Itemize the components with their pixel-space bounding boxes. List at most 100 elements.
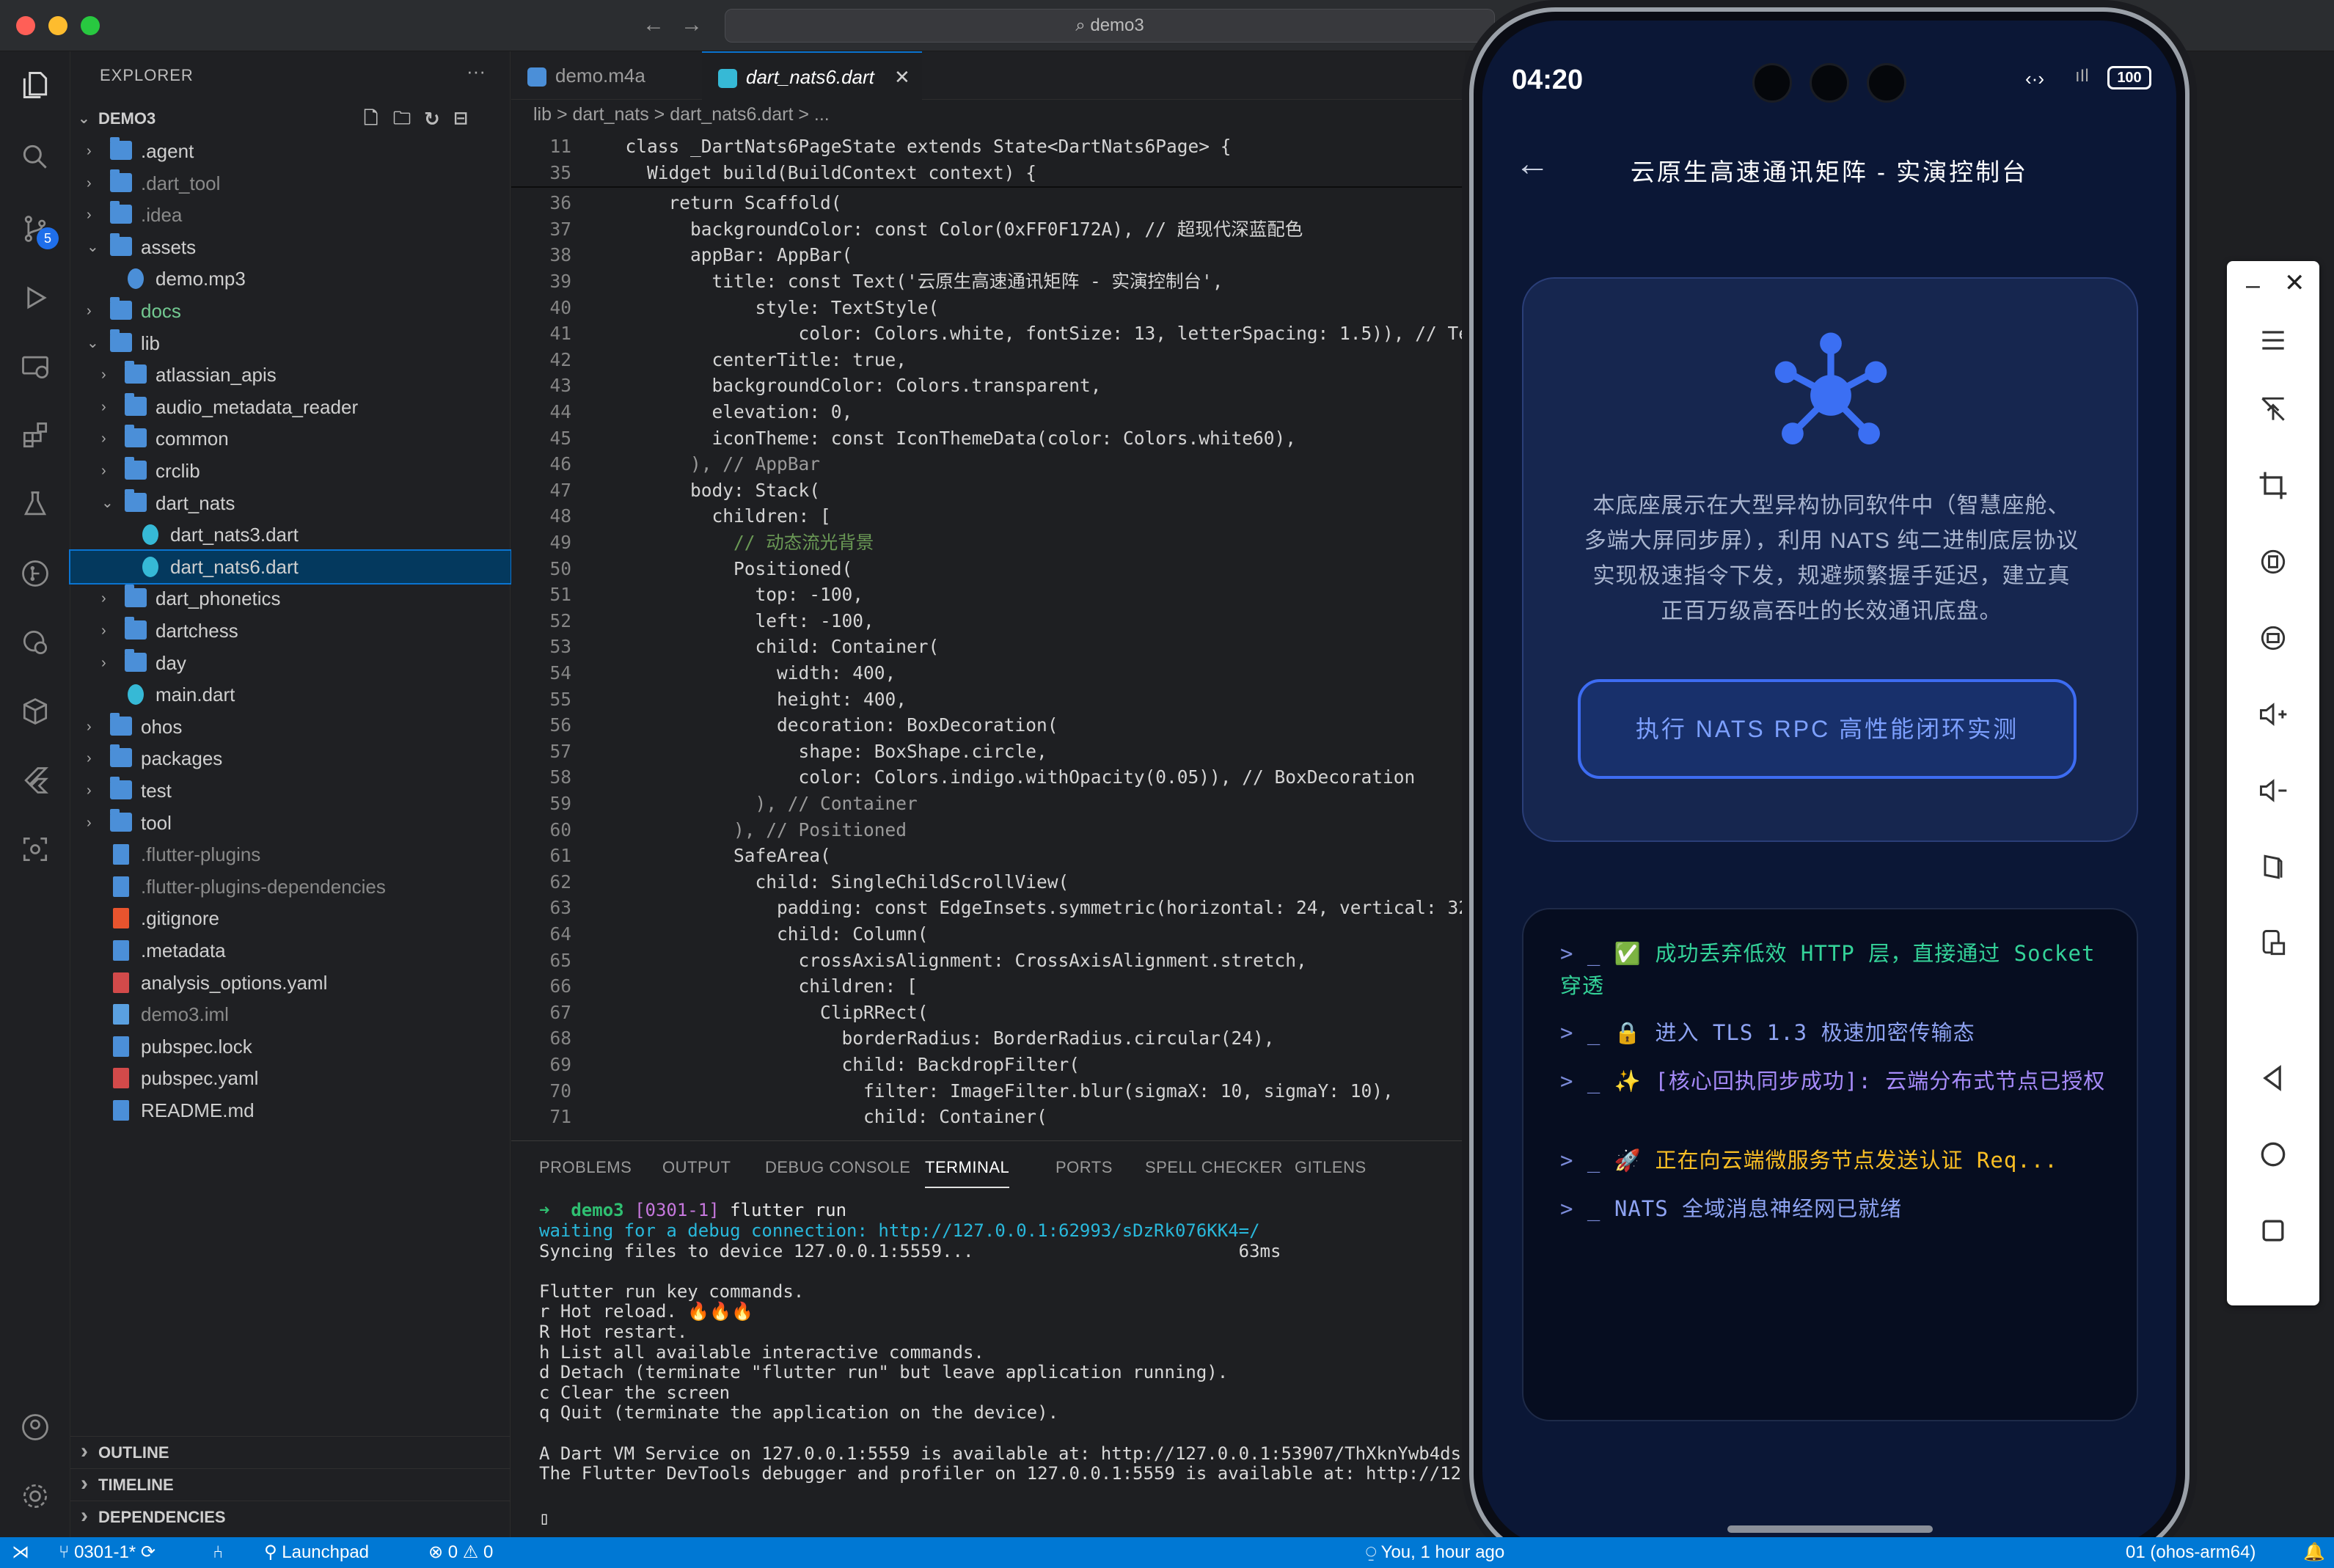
tree-item[interactable]: .flutter-plugins	[70, 838, 511, 871]
workspace-root[interactable]: ⌄ DEMO3 🗋 🗀 ↻ ⊟	[70, 103, 511, 135]
home-circle-icon[interactable]	[2251, 1132, 2295, 1176]
tree-item[interactable]: .metadata	[70, 934, 511, 967]
tree-item[interactable]: › ohos	[70, 711, 511, 743]
tree-item[interactable]: › test	[70, 774, 511, 807]
volume-down-icon[interactable]	[2251, 769, 2295, 813]
inspector-icon[interactable]	[16, 830, 54, 868]
crop-icon[interactable]	[2251, 464, 2295, 508]
run-nats-rpc-button[interactable]: 执行 NATS RPC 高性能闭环实测	[1578, 679, 2077, 779]
panel-tab-problems[interactable]: PROBLEMS	[539, 1148, 632, 1187]
tree-item[interactable]: analysis_options.yaml	[70, 967, 511, 999]
volume-up-icon[interactable]	[2251, 692, 2295, 736]
panel-tab-terminal[interactable]: TERMINAL	[925, 1148, 1010, 1188]
new-folder-icon[interactable]: 🗀	[393, 103, 411, 135]
code-line: 46 ), // AppBar	[511, 451, 1465, 477]
remote-icon[interactable]: ⋊	[12, 1537, 29, 1568]
panel-tab-spell-checker[interactable]: SPELL CHECKER	[1145, 1148, 1283, 1187]
run-debug-icon[interactable]	[16, 279, 54, 317]
account-icon[interactable]	[16, 1408, 54, 1446]
back-arrow-icon[interactable]: ←	[643, 13, 665, 37]
tree-item[interactable]: › .idea	[70, 199, 511, 231]
blame-item[interactable]: ⍜ You, 1 hour ago	[1366, 1537, 1504, 1568]
device-item[interactable]: 01 (ohos-arm64)	[2126, 1537, 2256, 1568]
tree-item[interactable]: ⌄ assets	[70, 231, 511, 263]
panel-tab-debug-console[interactable]: DEBUG CONSOLE	[765, 1148, 910, 1187]
explorer-icon[interactable]	[16, 66, 54, 104]
zoom-window-button[interactable]	[81, 16, 100, 35]
new-file-icon[interactable]: 🗋	[364, 103, 378, 135]
tree-item[interactable]: › packages	[70, 742, 511, 774]
tree-item[interactable]: › audio_metadata_reader	[70, 391, 511, 423]
minimize-window-button[interactable]	[48, 16, 67, 35]
tree-item-label: .idea	[141, 204, 183, 227]
tab-dart-nats6[interactable]: dart_nats6.dart ✕	[702, 51, 922, 100]
flutter-icon[interactable]	[16, 761, 54, 799]
rotate-left-icon[interactable]	[2251, 540, 2295, 584]
tree-item[interactable]: README.md	[70, 1094, 511, 1126]
notifications-icon[interactable]: 🔔	[2303, 1537, 2325, 1568]
settings-gear-icon[interactable]	[16, 1477, 54, 1515]
testing-flask-icon[interactable]	[16, 486, 54, 524]
rotate-right-icon[interactable]	[2251, 616, 2295, 660]
menu-icon[interactable]	[2251, 318, 2295, 362]
refresh-icon[interactable]: ↻	[424, 103, 440, 135]
forward-arrow-icon[interactable]: →	[681, 13, 703, 37]
dependencies-section[interactable]: DEPENDENCIES	[70, 1500, 511, 1533]
code-editor[interactable]: 11 class _DartNats6PageState extends Sta…	[511, 133, 1465, 1140]
remote-explorer-icon[interactable]	[16, 348, 54, 386]
search-icon[interactable]	[16, 138, 54, 176]
overview-square-icon[interactable]	[2251, 1209, 2295, 1253]
tree-item[interactable]: › dartchess	[70, 615, 511, 647]
chevron-right-icon: ›	[87, 783, 92, 799]
close-tab-icon[interactable]: ✕	[894, 53, 910, 101]
more-actions-icon[interactable]: ···	[467, 60, 486, 83]
tree-item[interactable]: › .dart_tool	[70, 167, 511, 199]
containers-icon[interactable]	[16, 692, 54, 730]
close-window-button[interactable]	[16, 16, 35, 35]
extensions-icon[interactable]	[16, 417, 54, 455]
panel-tab-ports[interactable]: PORTS	[1056, 1148, 1113, 1187]
git-graph-status-icon[interactable]: ⑃	[213, 1537, 223, 1568]
fold-device-icon[interactable]	[2251, 845, 2295, 889]
tree-item[interactable]: pubspec.yaml	[70, 1062, 511, 1094]
back-triangle-icon[interactable]	[2251, 1056, 2295, 1100]
outline-section[interactable]: OUTLINE	[70, 1435, 511, 1468]
close-icon[interactable]: ✕	[2284, 268, 2305, 298]
tree-item[interactable]: › docs	[70, 295, 511, 327]
tree-item[interactable]: › atlassian_apis	[70, 359, 511, 391]
launchpad-item[interactable]: ⚲ Launchpad	[264, 1537, 369, 1568]
tree-item[interactable]: › common	[70, 422, 511, 455]
minimize-icon[interactable]: –	[2246, 271, 2260, 300]
collapse-all-icon[interactable]: ⊟	[453, 103, 468, 135]
tree-item[interactable]: ⌄ dart_nats	[70, 487, 511, 519]
tree-item[interactable]: › crclib	[70, 455, 511, 487]
breadcrumb[interactable]: lib > dart_nats > dart_nats6.dart > ...	[533, 104, 830, 125]
problems-item[interactable]: ⊗ 0 ⚠ 0	[428, 1537, 493, 1568]
tree-item[interactable]: pubspec.lock	[70, 1030, 511, 1063]
log-status-icon: ✨	[1614, 1069, 1642, 1093]
tree-item[interactable]: .gitignore	[70, 902, 511, 934]
tree-item[interactable]: demo.mp3	[70, 263, 511, 295]
timeline-section[interactable]: TIMELINE	[70, 1468, 511, 1501]
tree-item[interactable]: dart_nats3.dart	[70, 519, 511, 551]
tree-item[interactable]: demo3.iml	[70, 998, 511, 1030]
tree-item[interactable]: dart_nats6.dart	[69, 549, 512, 585]
tree-item[interactable]: › .agent	[70, 135, 511, 167]
branch-item[interactable]: ⑂ 0301-1* ⟳	[59, 1537, 156, 1568]
tree-item[interactable]: › day	[70, 647, 511, 679]
gitlens-icon[interactable]	[16, 623, 54, 662]
command-center-search[interactable]: ⌕ demo3	[725, 9, 1495, 43]
git-graph-icon[interactable]	[16, 554, 54, 593]
tree-item[interactable]: .flutter-plugins-dependencies	[70, 871, 511, 903]
pin-off-icon[interactable]	[2251, 387, 2295, 431]
tree-item[interactable]: › dart_phonetics	[70, 582, 511, 615]
home-indicator[interactable]	[1727, 1525, 1933, 1533]
tree-item[interactable]: › tool	[70, 807, 511, 839]
line-number: 67	[549, 1001, 571, 1023]
tree-item[interactable]: main.dart	[70, 678, 511, 711]
panel-tab-output[interactable]: OUTPUT	[662, 1148, 731, 1187]
panel-tab-gitlens[interactable]: GITLENS	[1295, 1148, 1367, 1187]
tab-demo-m4a[interactable]: demo.m4a	[511, 51, 702, 100]
screenshot-icon[interactable]	[2251, 921, 2295, 965]
tree-item[interactable]: ⌄ lib	[70, 327, 511, 359]
